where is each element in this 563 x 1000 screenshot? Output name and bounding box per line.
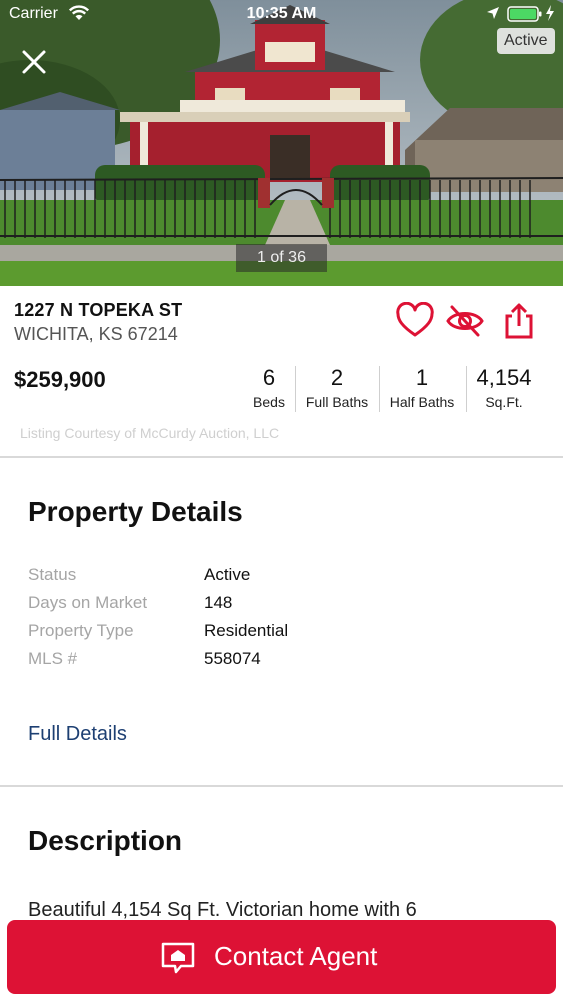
contact-agent-button[interactable]: Contact Agent <box>7 920 556 994</box>
heart-icon[interactable] <box>396 302 434 340</box>
photo-gallery[interactable]: Carrier 10:35 AM Active 1 of 36 <box>0 0 563 286</box>
share-icon[interactable] <box>500 302 538 340</box>
stat-label: Sq.Ft. <box>485 394 523 410</box>
stat-label: Beds <box>253 394 285 410</box>
listing-price: $259,900 <box>14 367 106 392</box>
detail-key: Status <box>28 565 77 584</box>
detail-value: 558074 <box>204 649 261 668</box>
beds-stat: 6 Beds <box>248 365 290 410</box>
detail-value: Active <box>204 565 251 584</box>
detail-row-days-on-market: Days on Market 148 <box>28 593 528 621</box>
contact-agent-label: Contact Agent <box>214 941 378 971</box>
house-chat-icon <box>161 942 195 974</box>
detail-key: Property Type <box>28 621 134 640</box>
detail-row-property-type: Property Type Residential <box>28 621 528 649</box>
eye-slash-icon[interactable] <box>446 302 484 340</box>
listing-courtesy: Listing Courtesy of McCurdy Auction, LLC <box>20 425 280 441</box>
status-bar: Carrier 10:35 AM <box>0 0 563 30</box>
battery-icon <box>507 6 542 22</box>
detail-row-status: Status Active <box>28 565 528 593</box>
city-state-zip: WICHITA, KS 67214 <box>14 324 178 344</box>
street-address: 1227 N TOPEKA ST <box>14 300 183 320</box>
section-title: Property Details <box>28 496 243 527</box>
full-details-link[interactable]: Full Details <box>28 723 127 746</box>
stat-value: 6 <box>262 365 276 390</box>
detail-key: MLS # <box>28 649 78 668</box>
detail-row-mls: MLS # 558074 <box>28 649 528 677</box>
status-badge: Active <box>497 28 555 54</box>
full-baths-stat: 2 Full Baths <box>299 365 375 410</box>
detail-value: Residential <box>204 621 289 640</box>
stat-value: 4,154 <box>476 365 532 390</box>
property-details-section: Property Details Status Active Days on M… <box>0 458 563 787</box>
section-title: Description <box>28 825 183 856</box>
divider <box>295 366 296 412</box>
stat-value: 2 <box>330 365 344 390</box>
charging-bolt-icon <box>546 5 554 21</box>
close-icon[interactable] <box>18 46 50 78</box>
sqft-stat: 4,154 Sq.Ft. <box>470 365 538 410</box>
stat-label: Half Baths <box>389 394 455 410</box>
half-baths-stat: 1 Half Baths <box>383 365 461 410</box>
divider <box>379 366 380 412</box>
listing-summary: 1227 N TOPEKA ST WICHITA, KS 67214 $259,… <box>0 286 563 458</box>
stat-label: Full Baths <box>305 394 369 410</box>
stat-value: 1 <box>415 365 429 390</box>
divider <box>466 366 467 412</box>
clock: 10:35 AM <box>246 5 317 22</box>
detail-key: Days on Market <box>28 593 148 612</box>
detail-value: 148 <box>204 593 233 612</box>
location-arrow-icon <box>487 7 499 19</box>
photo-counter: 1 of 36 <box>236 244 327 272</box>
description-text: Beautiful 4,154 Sq Ft. Victorian home wi… <box>28 899 417 921</box>
